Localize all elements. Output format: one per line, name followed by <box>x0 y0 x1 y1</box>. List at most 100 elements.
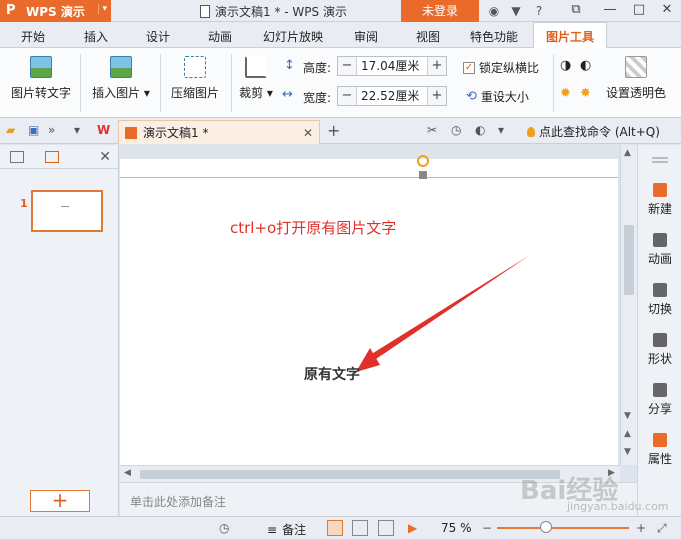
width-increment-button[interactable]: + <box>428 87 446 105</box>
chevron-down-icon[interactable]: ▾ <box>98 4 107 14</box>
share-label: 分享 <box>647 402 672 416</box>
scroll-down-icon[interactable]: ▼ <box>624 411 631 421</box>
new-tab-icon[interactable]: + <box>327 121 340 140</box>
wps-logo-icon: P <box>6 3 16 18</box>
vertical-scrollbar[interactable]: ▲ ▼ ▲ ▼ <box>620 145 637 465</box>
contrast-icon[interactable]: ◐ <box>580 58 591 73</box>
animation-icon <box>653 233 667 247</box>
scroll-left-icon[interactable]: ◀ <box>124 468 131 478</box>
close-icon[interactable]: ✕ <box>99 149 111 165</box>
history-icon[interactable]: ◷ <box>219 521 229 535</box>
tab-features[interactable]: 特色功能 <box>470 28 518 45</box>
window-title: 演示文稿1 * - WPS 演示 <box>200 3 347 20</box>
reset-size-icon: ⟲ <box>466 89 477 104</box>
skin-icon[interactable]: ◉ <box>487 4 501 18</box>
zoom-out-icon[interactable]: − <box>482 521 492 535</box>
chevron-down-icon[interactable]: ▾ <box>498 123 504 137</box>
save-icon[interactable]: ▣ <box>28 123 39 137</box>
notes-toggle-label: 备注 <box>282 523 307 537</box>
vertical-scroll-thumb[interactable] <box>624 225 634 295</box>
height-value[interactable]: 17.04厘米 <box>356 57 428 75</box>
horizontal-scroll-thumb[interactable] <box>140 470 560 479</box>
grip-icon <box>652 157 668 163</box>
reading-view-button[interactable] <box>378 520 394 536</box>
wps-home-icon[interactable]: W <box>97 123 110 137</box>
close-tab-icon[interactable]: ✕ <box>303 126 313 140</box>
open-folder-icon[interactable]: ▰ <box>6 123 15 137</box>
share-button[interactable]: 分享 <box>638 383 681 417</box>
shape-button[interactable]: 形状 <box>638 333 681 367</box>
annotation-arrow-icon <box>356 255 530 372</box>
normal-view-button[interactable] <box>327 520 343 536</box>
properties-button[interactable]: 属性 <box>638 433 681 467</box>
share-icon <box>653 383 667 397</box>
lock-ratio-checkbox[interactable]: ✓ 锁定纵横比 <box>463 59 539 76</box>
wps-window: P WPS 演示 ▾ 演示文稿1 * - WPS 演示 未登录 ◉ ▼ ? ⧉ … <box>0 0 681 539</box>
doc-icon[interactable]: ◐ <box>475 123 485 137</box>
login-button[interactable]: 未登录 <box>401 0 479 22</box>
brightness-down-icon[interactable]: ✸ <box>580 86 591 101</box>
pic-to-text-button[interactable]: 图片转文字 <box>10 56 72 101</box>
sorter-view-button[interactable] <box>352 520 368 536</box>
reset-size-button[interactable]: ⟲ 重设大小 <box>466 88 529 105</box>
scroll-up-icon[interactable]: ▲ <box>624 148 631 158</box>
tab-slideshow[interactable]: 幻灯片放映 <box>263 28 323 45</box>
slide[interactable]: ctrl+o打开原有图片文字 原有文字 <box>120 155 618 465</box>
add-slide-button[interactable]: + <box>30 490 90 512</box>
width-decrement-button[interactable]: − <box>338 87 356 105</box>
width-label: 宽度: <box>303 91 332 105</box>
tab-animation[interactable]: 动画 <box>208 28 232 45</box>
play-icon[interactable]: ▶ <box>408 521 417 535</box>
help-icon[interactable]: ? <box>532 4 546 18</box>
shirt-icon[interactable]: ▼ <box>509 4 523 18</box>
tools-icon[interactable]: ✂ <box>427 123 437 137</box>
tab-home[interactable]: 开始 <box>21 28 45 45</box>
app-menu-button[interactable]: P WPS 演示 ▾ <box>0 0 111 22</box>
height-stepper[interactable]: − 17.04厘米 + <box>337 56 447 76</box>
color-mode-icon[interactable]: ◑ <box>560 58 571 73</box>
slides-tab-icon[interactable] <box>45 151 59 163</box>
original-picture-text[interactable]: 原有文字 <box>304 364 360 384</box>
transition-button[interactable]: 切换 <box>638 283 681 317</box>
minimize-button[interactable]: — <box>596 0 624 22</box>
tab-design[interactable]: 设计 <box>146 28 170 45</box>
clock-icon[interactable]: ◷ <box>451 123 461 137</box>
notes-toggle-button[interactable]: ≡ 备注 <box>267 521 306 538</box>
width-stepper[interactable]: − 22.52厘米 + <box>337 86 447 106</box>
more-icon[interactable]: » <box>48 123 55 137</box>
lightbulb-icon <box>527 126 535 137</box>
compress-icon <box>184 56 206 78</box>
page-down-icon[interactable]: ▼ <box>624 447 631 457</box>
maximize-button[interactable]: □ <box>625 0 653 22</box>
zoom-in-icon[interactable]: + <box>636 521 646 535</box>
new-button[interactable]: 新建 <box>638 183 681 217</box>
set-transparent-button[interactable]: 设置透明色 <box>604 56 668 101</box>
reset-size-label: 重设大小 <box>480 90 529 104</box>
crop-button[interactable]: 裁剪 ▾ <box>238 56 274 101</box>
find-command-box[interactable]: 点此查找命令 (Alt+Q) <box>527 123 660 140</box>
insert-picture-button[interactable]: 插入图片 ▾ <box>90 56 152 101</box>
zoom-slider[interactable] <box>497 527 629 529</box>
tab-view[interactable]: 视图 <box>416 28 440 45</box>
zoom-slider-knob[interactable] <box>540 521 552 533</box>
customize-icon[interactable]: ▾ <box>74 123 80 137</box>
fit-window-icon[interactable]: ⤢ <box>657 521 667 536</box>
outline-tab-icon[interactable] <box>10 151 24 163</box>
height-decrement-button[interactable]: − <box>338 57 356 75</box>
document-tab[interactable]: 演示文稿1 * ✕ <box>118 120 320 144</box>
tab-picture-tools[interactable]: 图片工具 <box>533 22 608 49</box>
height-increment-button[interactable]: + <box>428 57 446 75</box>
compress-picture-button[interactable]: 压缩图片 <box>169 56 221 101</box>
shape-label: 形状 <box>647 352 672 366</box>
brightness-up-icon[interactable]: ✹ <box>560 86 571 101</box>
close-button[interactable]: ✕ <box>653 0 681 22</box>
slide-thumbnail[interactable] <box>31 190 103 232</box>
page-up-icon[interactable]: ▲ <box>624 429 631 439</box>
zoom-level[interactable]: 75 % <box>441 521 472 535</box>
tab-insert[interactable]: 插入 <box>84 28 108 45</box>
restore-icon[interactable]: ⧉ <box>562 0 590 22</box>
transparent-color-icon <box>625 56 647 78</box>
animation-button[interactable]: 动画 <box>638 233 681 267</box>
width-value[interactable]: 22.52厘米 <box>356 87 428 105</box>
tab-review[interactable]: 审阅 <box>354 28 378 45</box>
